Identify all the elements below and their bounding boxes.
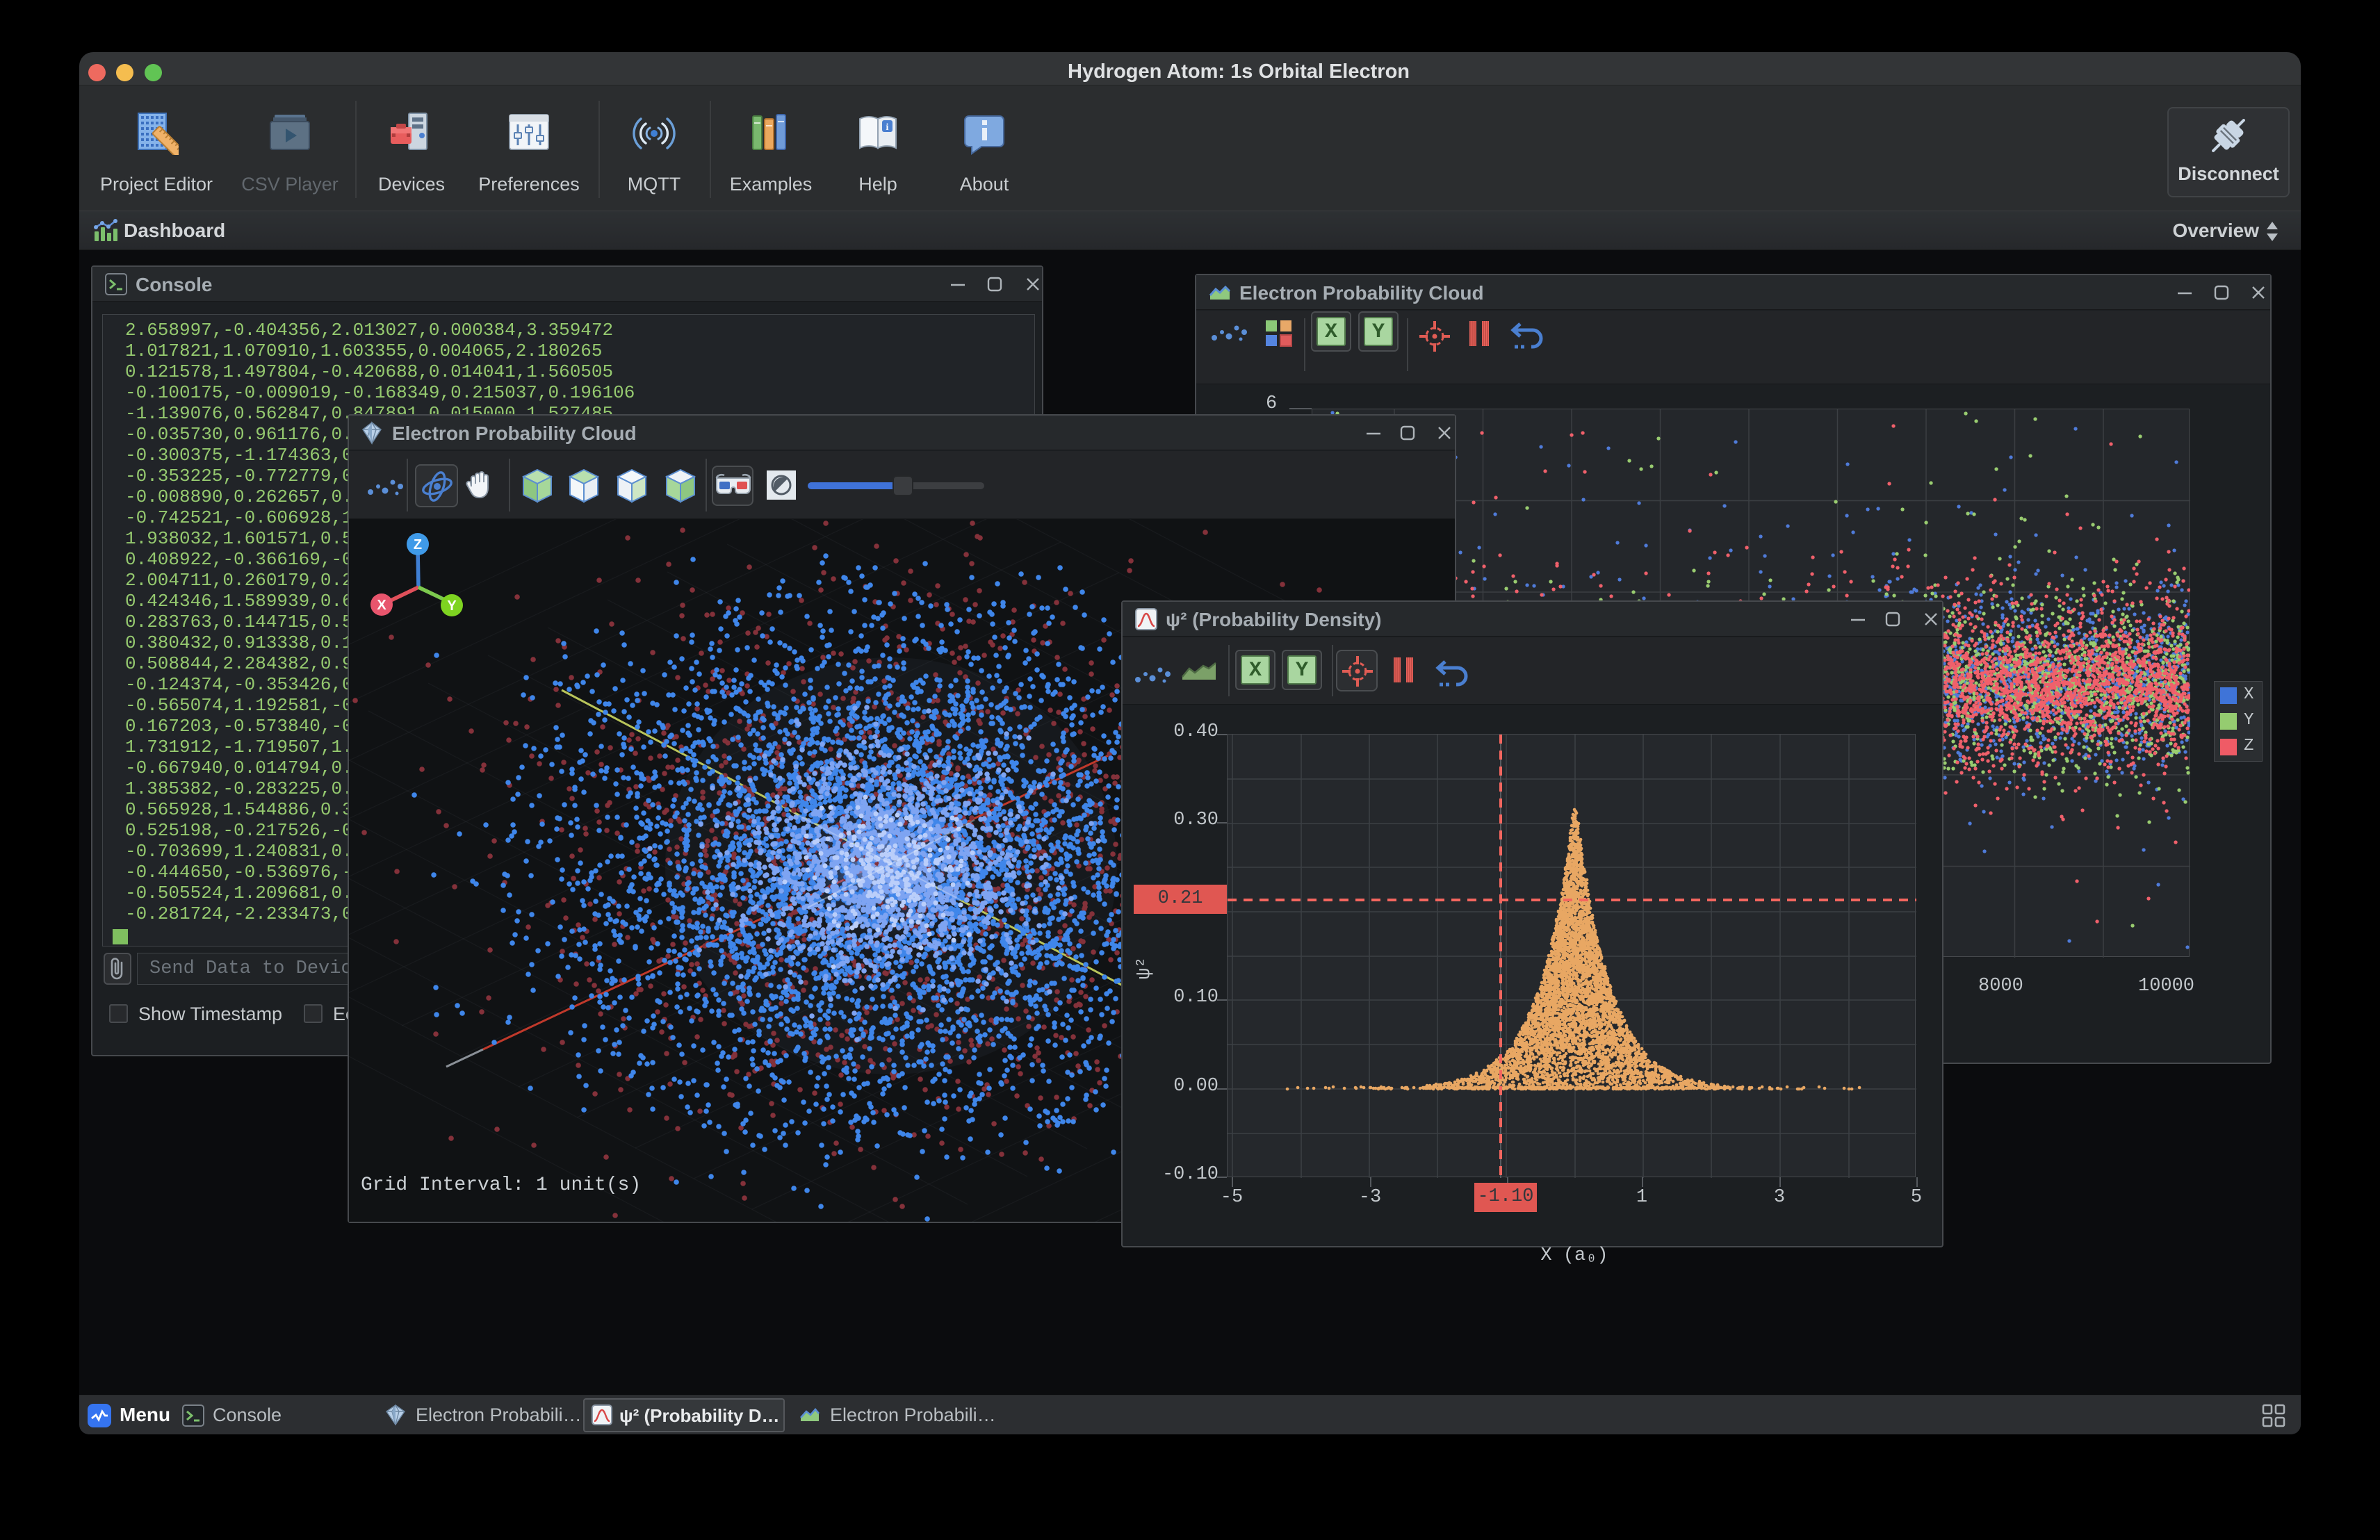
svg-text:Z: Z [414, 537, 422, 552]
svg-text:X: X [377, 598, 386, 613]
svg-text:Y: Y [447, 598, 457, 614]
